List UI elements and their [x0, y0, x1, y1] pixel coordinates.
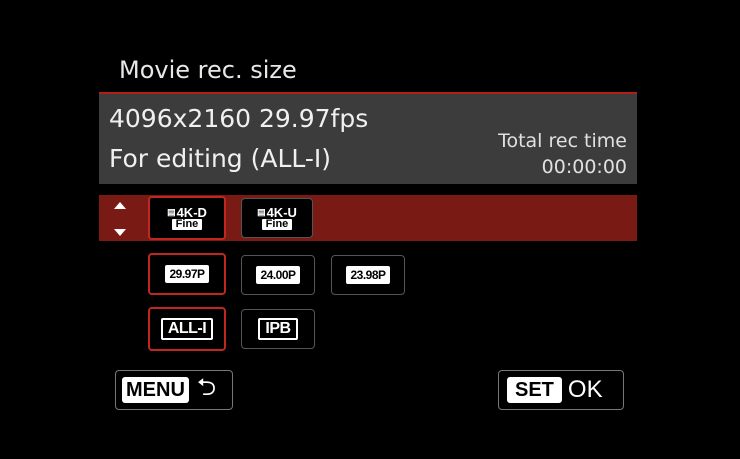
option-23-98p[interactable]: 23.98P — [331, 255, 405, 295]
set-ok-button[interactable]: SET OK — [498, 370, 624, 410]
option-ipb[interactable]: IPB — [241, 309, 315, 349]
mode-readout: For editing (ALL-I) — [109, 144, 332, 173]
scroll-down-icon[interactable] — [114, 229, 126, 236]
4k-u-fine-icon: ▤ 4K-U Fine — [257, 204, 297, 230]
ok-label: OK — [567, 376, 603, 403]
scroll-up-icon[interactable] — [114, 202, 126, 209]
page-title: Movie rec. size — [119, 56, 297, 84]
option-4k-u-fine[interactable]: ▤ 4K-U Fine — [241, 198, 313, 238]
4k-d-fine-icon: ▤ 4K-D Fine — [167, 204, 207, 230]
frame-rate-24-00p-icon: 24.00P — [256, 266, 300, 284]
frame-rate-29-97p-icon: 29.97P — [165, 265, 209, 283]
menu-back-button[interactable]: MENU ⮌ — [115, 370, 233, 410]
compression-all-i-icon: ALL-I — [160, 318, 214, 340]
return-arrow-icon: ⮌ — [196, 372, 217, 401]
menu-key: MENU — [122, 377, 189, 403]
compression-ipb-icon: IPB — [258, 318, 298, 340]
option-29-97p[interactable]: 29.97P — [148, 253, 226, 295]
total-rec-time-value: 00:00:00 — [541, 156, 627, 178]
set-key: SET — [507, 377, 562, 403]
option-all-i[interactable]: ALL-I — [148, 307, 226, 351]
total-rec-time-label: Total rec time — [498, 130, 627, 152]
option-24-00p[interactable]: 24.00P — [241, 255, 315, 295]
size-readout: 4096x2160 29.97fps — [109, 104, 369, 133]
info-panel: 4096x2160 29.97fps For editing (ALL-I) T… — [99, 94, 637, 184]
frame-rate-23-98p-icon: 23.98P — [346, 266, 390, 284]
option-4k-d-fine[interactable]: ▤ 4K-D Fine — [148, 196, 226, 240]
